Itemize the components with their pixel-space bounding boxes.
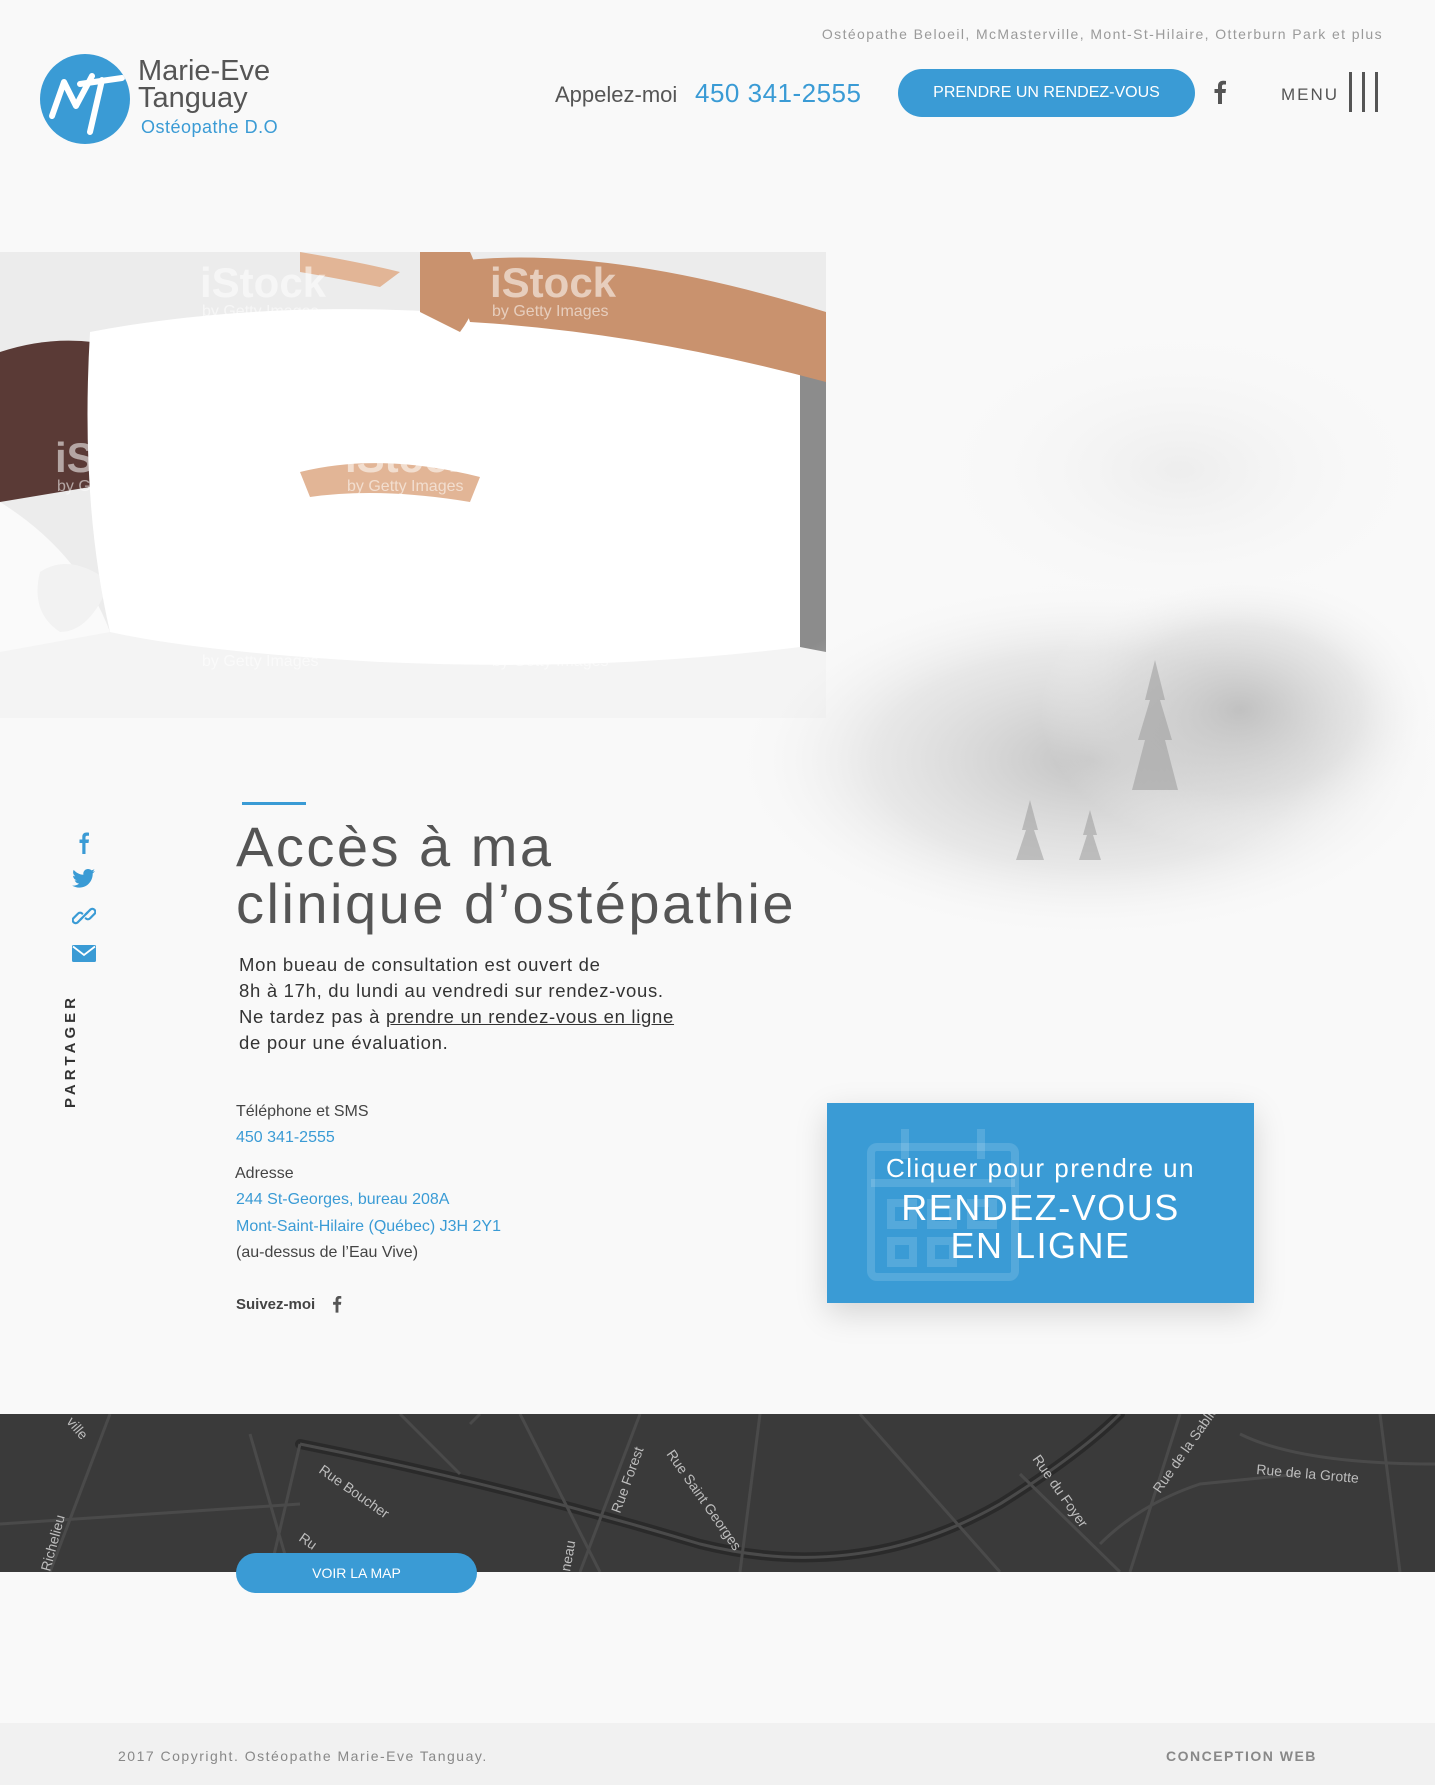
watermark-7: iStock: [490, 609, 617, 656]
view-map-button[interactable]: VOIR LA MAP: [236, 1553, 477, 1593]
intro-line3-prefix: Ne tardez pas à: [239, 1006, 386, 1027]
watermark-sub-6: by Getty Images: [202, 653, 319, 670]
logo-initials-icon: [49, 73, 125, 135]
call-label: Appelez-moi: [555, 82, 678, 107]
watermark-sub-7: by Getty Images: [492, 653, 609, 670]
online-booking-link[interactable]: prendre un rendez-vous en ligne: [386, 1006, 674, 1027]
header-tagline: Ostéopathe Beloeil, McMasterville, Mont-…: [821, 26, 1383, 42]
watermark-3: iStock: [55, 434, 182, 481]
phone-label: Téléphone et SMS: [236, 1103, 369, 1120]
address-label: Adresse: [235, 1165, 294, 1182]
map-preview[interactable]: Rue Boucher Rue Forest Rue Saint Georges…: [0, 1414, 1435, 1572]
intro-line3: Ne tardez pas à prendre un rendez-vous e…: [239, 1004, 799, 1030]
street-label-1: Rue Boucher: [316, 1461, 392, 1521]
watermark-sub-4: by Getty Images: [347, 478, 464, 495]
phone-link[interactable]: 450 341-2555: [236, 1129, 335, 1147]
share-mail-icon[interactable]: [72, 942, 96, 966]
intro-line4: de pour une évaluation.: [239, 1032, 449, 1053]
menu-label[interactable]: MENU: [1281, 85, 1339, 105]
watermark-sub-3: by Getty Images: [57, 478, 174, 495]
logo-mark[interactable]: [40, 54, 130, 144]
intro-line2: 8h à 17h, du lundi au vendredi sur rende…: [239, 980, 664, 1001]
watermark-4: iStock: [345, 434, 472, 481]
follow-facebook-icon[interactable]: [332, 1295, 342, 1313]
hamburger-icon[interactable]: [1349, 72, 1379, 112]
watermark-sub-2: by Getty Images: [492, 303, 609, 320]
watermark-sub-1: by Getty Images: [202, 303, 319, 320]
street-label-8: neau: [557, 1539, 578, 1572]
facebook-icon[interactable]: [1213, 80, 1227, 104]
address-line1[interactable]: 244 St-Georges, bureau 208A: [236, 1191, 449, 1209]
logo-name[interactable]: Marie-Eve Tanguay: [138, 55, 271, 114]
online-booking-cta[interactable]: Cliquer pour prendre un RENDEZ-VOUS EN L…: [827, 1103, 1254, 1303]
footer-copyright: 2017 Copyright. Ostéopathe Marie-Eve Tan…: [118, 1748, 488, 1764]
intro-line1: Mon bueau de consultation est ouvert de: [239, 954, 601, 975]
cta-line1: Cliquer pour prendre un: [885, 1153, 1196, 1183]
address-note: (au-dessus de l’Eau Vive): [236, 1244, 419, 1261]
title-accent-bar: [242, 802, 306, 805]
address-line2[interactable]: Mont-Saint-Hilaire (Québec) J3H 2Y1: [236, 1218, 501, 1236]
logo-name-line1: Marie-Eve: [138, 55, 271, 87]
page-title: Accès à ma clinique d’ostépathie: [236, 818, 956, 932]
logo-subtitle: Ostéopathe D.O: [141, 117, 279, 137]
street-label-6: Rue de la Grotte: [1256, 1461, 1360, 1486]
share-twitter-icon[interactable]: [72, 866, 96, 890]
cta-line3-text: EN LIGNE: [950, 1225, 1131, 1266]
cta-line2: RENDEZ-VOUS EN LIGNE: [827, 1189, 1254, 1265]
watermark-2: iStock: [490, 259, 617, 306]
share-link-icon[interactable]: [71, 904, 97, 928]
follow-label: Suivez-moi: [236, 1296, 316, 1313]
cta-line2-text: RENDEZ-VOUS: [901, 1187, 1180, 1228]
page-title-line2: clinique d’ostépathie: [236, 872, 796, 935]
share-label: PARTAGER: [62, 994, 79, 1108]
map-streets: Rue Boucher Rue Forest Rue Saint Georges…: [0, 1414, 1435, 1572]
street-label-10: ville: [64, 1414, 92, 1443]
header-phone-link[interactable]: 450 341-2555: [695, 78, 861, 109]
logo-name-line2: Tanguay: [138, 82, 248, 114]
watermark-6: iStock: [200, 609, 327, 656]
page-title-line1: Accès à ma: [236, 815, 554, 878]
book-appointment-button[interactable]: PRENDRE UN RENDEZ-VOUS: [898, 69, 1195, 117]
intro-paragraph: Mon bueau de consultation est ouvert de …: [239, 952, 799, 1056]
watermark-1: iStock: [200, 259, 327, 306]
share-facebook-icon[interactable]: [72, 830, 96, 854]
footer-credit-link[interactable]: CONCEPTION WEB: [1166, 1748, 1317, 1764]
street-label-9: Ru: [296, 1529, 320, 1552]
